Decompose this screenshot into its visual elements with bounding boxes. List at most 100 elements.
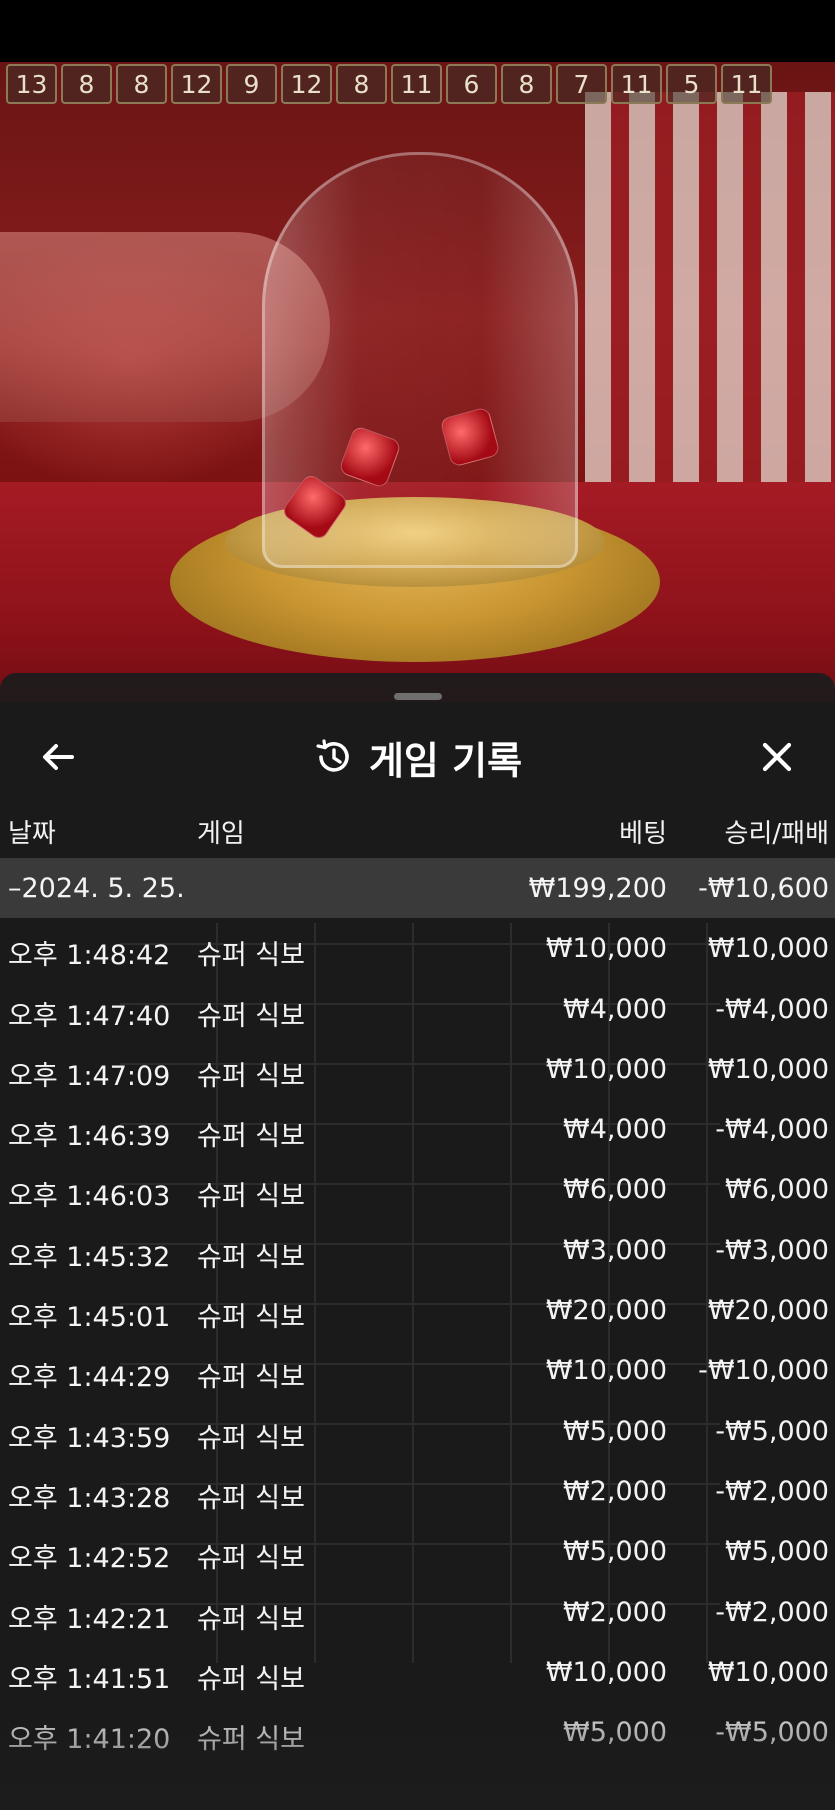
row-bet: ₩2,000 bbox=[563, 1596, 667, 1628]
close-icon bbox=[762, 742, 792, 772]
row-game: 슈퍼 식보 bbox=[197, 1603, 305, 1635]
row-game: 슈퍼 식보 bbox=[197, 1121, 305, 1153]
history-row[interactable]: 오후 1:46:03 슈퍼 식보 ₩6,000 ₩6,000 bbox=[0, 1159, 835, 1219]
row-result: ₩10,000 bbox=[707, 1053, 829, 1085]
group-date: –2024. 5. 25. bbox=[8, 873, 185, 904]
column-headers: 날짜 게임 베팅 승리/패배 bbox=[0, 805, 835, 855]
row-result: -₩5,000 bbox=[715, 1717, 829, 1749]
history-row[interactable]: 오후 1:43:59 슈퍼 식보 ₩5,000 -₩5,000 bbox=[0, 1401, 835, 1461]
page-title: 게임 기록 bbox=[368, 738, 523, 783]
column-header-result: 승리/패배 bbox=[724, 819, 829, 849]
history-list: –2024. 5. 25. ₩199,200 -₩10,600 오후 1:48:… bbox=[0, 858, 835, 1762]
history-row[interactable]: 오후 1:43:28 슈퍼 식보 ₩2,000 -₩2,000 bbox=[0, 1461, 835, 1521]
recent-result-chip: 7 bbox=[556, 64, 607, 104]
row-time: 오후 1:42:21 bbox=[8, 1603, 171, 1635]
row-game: 슈퍼 식보 bbox=[197, 1060, 305, 1092]
recent-result-chip: 12 bbox=[281, 64, 332, 104]
row-result: -₩4,000 bbox=[715, 1114, 829, 1146]
row-time: 오후 1:43:59 bbox=[8, 1422, 171, 1454]
row-game: 슈퍼 식보 bbox=[197, 1422, 305, 1454]
column-header-game: 게임 bbox=[197, 819, 245, 849]
row-bet: ₩5,000 bbox=[563, 1717, 667, 1749]
row-game: 슈퍼 식보 bbox=[197, 1000, 305, 1032]
history-row[interactable]: 오후 1:44:29 슈퍼 식보 ₩10,000 -₩10,000 bbox=[0, 1340, 835, 1400]
row-result: -₩2,000 bbox=[715, 1596, 829, 1628]
close-button[interactable] bbox=[749, 729, 805, 785]
row-game: 슈퍼 식보 bbox=[197, 1362, 305, 1394]
row-time: 오후 1:45:32 bbox=[8, 1241, 171, 1273]
row-time: 오후 1:46:03 bbox=[8, 1181, 171, 1213]
row-bet: ₩10,000 bbox=[545, 933, 667, 965]
group-bet-total: ₩199,200 bbox=[528, 873, 667, 904]
column-header-bet: 베팅 bbox=[619, 819, 667, 849]
row-result: -₩3,000 bbox=[715, 1234, 829, 1266]
recent-result-chip: 11 bbox=[611, 64, 662, 104]
row-bet: ₩20,000 bbox=[545, 1295, 667, 1327]
history-row[interactable]: 오후 1:46:39 슈퍼 식보 ₩4,000 -₩4,000 bbox=[0, 1099, 835, 1159]
row-result: -₩5,000 bbox=[715, 1415, 829, 1447]
history-row[interactable]: 오후 1:47:09 슈퍼 식보 ₩10,000 ₩10,000 bbox=[0, 1039, 835, 1099]
row-bet: ₩3,000 bbox=[563, 1234, 667, 1266]
row-result: -₩4,000 bbox=[715, 993, 829, 1025]
row-bet: ₩10,000 bbox=[545, 1053, 667, 1085]
row-time: 오후 1:41:51 bbox=[8, 1663, 171, 1695]
row-bet: ₩2,000 bbox=[563, 1475, 667, 1507]
row-game: 슈퍼 식보 bbox=[197, 940, 305, 972]
history-row[interactable]: 오후 1:45:01 슈퍼 식보 ₩20,000 ₩20,000 bbox=[0, 1280, 835, 1340]
history-row[interactable]: 오후 1:42:21 슈퍼 식보 ₩2,000 -₩2,000 bbox=[0, 1582, 835, 1642]
recent-result-chip: 13 bbox=[6, 64, 57, 104]
history-row[interactable]: 오후 1:48:42 슈퍼 식보 ₩10,000 ₩10,000 bbox=[0, 918, 835, 978]
history-row[interactable]: 오후 1:41:51 슈퍼 식보 ₩10,000 ₩10,000 bbox=[0, 1642, 835, 1702]
recent-result-chip: 6 bbox=[446, 64, 497, 104]
row-result: ₩20,000 bbox=[707, 1295, 829, 1327]
row-game: 슈퍼 식보 bbox=[197, 1663, 305, 1695]
row-game: 슈퍼 식보 bbox=[197, 1543, 305, 1575]
column-header-date: 날짜 bbox=[8, 819, 56, 849]
live-video-feed bbox=[0, 62, 835, 702]
row-bet: ₩10,000 bbox=[545, 1355, 667, 1387]
recent-result-chip: 8 bbox=[116, 64, 167, 104]
drag-handle[interactable] bbox=[394, 693, 442, 700]
row-time: 오후 1:43:28 bbox=[8, 1482, 171, 1514]
panel-header: 게임 기록 bbox=[0, 715, 835, 795]
row-time: 오후 1:46:39 bbox=[8, 1121, 171, 1153]
row-bet: ₩4,000 bbox=[563, 1114, 667, 1146]
row-bet: ₩6,000 bbox=[563, 1174, 667, 1206]
date-group-row[interactable]: –2024. 5. 25. ₩199,200 -₩10,600 bbox=[0, 858, 835, 919]
history-row[interactable]: 오후 1:42:52 슈퍼 식보 ₩5,000 ₩5,000 bbox=[0, 1521, 835, 1581]
row-result: ₩5,000 bbox=[725, 1536, 829, 1568]
row-bet: ₩5,000 bbox=[563, 1536, 667, 1568]
history-row[interactable]: 오후 1:41:20 슈퍼 식보 ₩5,000 -₩5,000 bbox=[0, 1702, 835, 1762]
row-game: 슈퍼 식보 bbox=[197, 1724, 305, 1756]
row-time: 오후 1:47:09 bbox=[8, 1060, 171, 1092]
row-time: 오후 1:47:40 bbox=[8, 1000, 171, 1032]
status-bar bbox=[0, 0, 835, 62]
row-time: 오후 1:45:01 bbox=[8, 1302, 171, 1334]
game-history-panel: 게임 기록 날짜 게임 베팅 승리/패배 –2024. 5. 25. ₩199,… bbox=[0, 673, 835, 1810]
background-screen bbox=[585, 92, 835, 532]
recent-result-chip: 11 bbox=[721, 64, 772, 104]
history-row[interactable]: 오후 1:47:40 슈퍼 식보 ₩4,000 -₩4,000 bbox=[0, 979, 835, 1039]
row-game: 슈퍼 식보 bbox=[197, 1181, 305, 1213]
row-result: -₩10,000 bbox=[698, 1355, 829, 1387]
recent-result-chip: 9 bbox=[226, 64, 277, 104]
row-bet: ₩5,000 bbox=[563, 1415, 667, 1447]
recent-result-chip: 5 bbox=[666, 64, 717, 104]
recent-result-chip: 12 bbox=[171, 64, 222, 104]
row-bet: ₩4,000 bbox=[563, 993, 667, 1025]
row-time: 오후 1:41:20 bbox=[8, 1724, 171, 1756]
row-time: 오후 1:44:29 bbox=[8, 1362, 171, 1394]
row-game: 슈퍼 식보 bbox=[197, 1241, 305, 1273]
row-time: 오후 1:48:42 bbox=[8, 940, 171, 972]
recent-result-chip: 11 bbox=[391, 64, 442, 104]
recent-result-chip: 8 bbox=[336, 64, 387, 104]
history-clock-icon bbox=[316, 739, 349, 772]
recent-result-chip: 8 bbox=[61, 64, 112, 104]
row-result: -₩2,000 bbox=[715, 1475, 829, 1507]
group-result-total: -₩10,600 bbox=[698, 873, 829, 904]
history-row[interactable]: 오후 1:45:32 슈퍼 식보 ₩3,000 -₩3,000 bbox=[0, 1220, 835, 1280]
row-result: ₩10,000 bbox=[707, 1656, 829, 1688]
row-bet: ₩10,000 bbox=[545, 1656, 667, 1688]
row-game: 슈퍼 식보 bbox=[197, 1302, 305, 1334]
row-game: 슈퍼 식보 bbox=[197, 1482, 305, 1514]
